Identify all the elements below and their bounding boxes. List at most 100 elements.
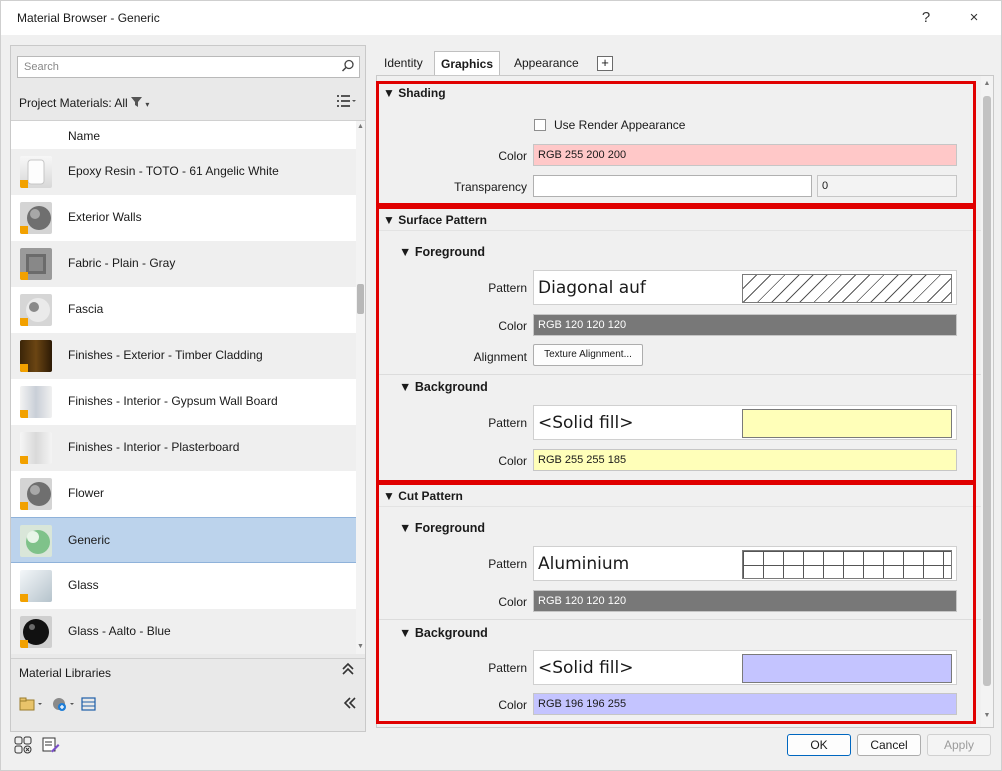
surface-fg-pattern-name: Diagonal auf [538, 278, 646, 298]
tab-graphics[interactable]: Graphics [434, 51, 501, 76]
folder-icon [19, 697, 42, 711]
library-toolbar [11, 688, 365, 724]
list-scrollbar[interactable]: ▲ ▼ [356, 121, 365, 654]
list-item[interactable]: Finishes - Interior - Gypsum Wall Board [11, 379, 356, 425]
warning-icon [20, 364, 28, 372]
surface-foreground-header[interactable]: ▼ Foreground [377, 241, 981, 263]
solid-fill-swatch[interactable] [742, 654, 952, 683]
list-scroll-thumb[interactable] [357, 284, 364, 314]
asset-browser-button[interactable] [81, 696, 97, 715]
cut-bg-pattern-label: Pattern [488, 661, 527, 675]
scroll-down-arrow[interactable]: ▼ [356, 643, 365, 650]
edit-material-icon[interactable] [42, 736, 60, 757]
warning-icon [20, 410, 28, 418]
properties-scrollbar[interactable]: ▲ ▼ [981, 76, 993, 727]
search-box[interactable] [17, 56, 360, 78]
cut-foreground-header[interactable]: ▼ Foreground [377, 517, 981, 539]
cut-bg-pattern-field[interactable]: <Solid fill> [533, 650, 957, 685]
surface-background-header[interactable]: ▼ Background [377, 376, 981, 398]
cut-fg-pattern-label: Pattern [488, 557, 527, 571]
warning-icon [20, 502, 28, 510]
list-item-label: Fabric - Plain - Gray [68, 256, 176, 270]
list-item[interactable]: Flower [11, 471, 356, 517]
fabric-chair-thumbnail [20, 248, 52, 280]
cut-background-header[interactable]: ▼ Background [377, 622, 981, 644]
material-browser-left-panel: Project Materials: All ▾ Name Epoxy Resi… [10, 45, 366, 732]
list-column-header[interactable]: Name [11, 121, 356, 149]
warning-icon [20, 180, 28, 188]
tab-identity[interactable]: Identity [378, 51, 429, 75]
add-asset-button[interactable]: + [597, 56, 613, 71]
cancel-button[interactable]: Cancel [857, 734, 921, 756]
surface-background-title: ▼ Background [399, 380, 488, 394]
search-input[interactable] [18, 57, 328, 77]
texture-alignment-button[interactable]: Texture Alignment... [533, 344, 643, 366]
close-button[interactable]: × [955, 5, 993, 31]
list-item[interactable]: Exterior Walls [11, 195, 356, 241]
list-item-label: Flower [68, 486, 105, 500]
diagonal-hatch-swatch[interactable] [742, 274, 952, 303]
library-folder-button[interactable] [19, 696, 45, 715]
surface-bg-color-swatch[interactable]: RGB 255 255 185 [533, 449, 957, 471]
surface-bg-color-value: RGB 255 255 185 [538, 454, 627, 466]
divider [377, 619, 981, 620]
scroll-up-arrow[interactable]: ▲ [981, 80, 993, 87]
use-render-appearance-label: Use Render Appearance [554, 118, 686, 132]
cut-bg-color-swatch[interactable]: RGB 196 196 255 [533, 693, 957, 715]
collapse-left-icon[interactable] [343, 696, 357, 713]
shading-color-swatch[interactable]: RGB 255 200 200 [533, 144, 957, 166]
create-material-button[interactable] [51, 696, 77, 715]
list-item-selected[interactable]: Generic [11, 517, 356, 563]
cut-bg-color-label: Color [498, 698, 527, 712]
list-item[interactable]: Fabric - Plain - Gray [11, 241, 356, 287]
ok-button[interactable]: OK [787, 734, 851, 756]
surface-bg-pattern-label: Pattern [488, 416, 527, 430]
help-button[interactable]: ? [907, 5, 945, 31]
transparency-slider[interactable] [533, 175, 812, 197]
cut-pattern-header[interactable]: ▼ Cut Pattern [377, 485, 981, 507]
surface-fg-pattern-field[interactable]: Diagonal auf [533, 270, 957, 305]
surface-bg-pattern-field[interactable]: <Solid fill> [533, 405, 957, 440]
light-sphere-thumbnail [20, 294, 52, 326]
cut-fg-pattern-field[interactable]: Aluminium [533, 546, 957, 581]
surface-fg-color-swatch[interactable]: RGB 120 120 120 [533, 314, 957, 336]
list-item[interactable]: Epoxy Resin - TOTO - 61 Angelic White [11, 149, 356, 195]
white-vase-thumbnail [20, 156, 52, 188]
transparency-value: 0 [822, 180, 829, 192]
shading-header[interactable]: ▼ Shading [377, 82, 981, 104]
double-chevron-up-icon[interactable] [341, 662, 355, 679]
view-options-button[interactable] [337, 94, 357, 111]
black-sphere-thumbnail [20, 616, 52, 648]
list-item[interactable]: Glass - Aalto - Blue [11, 609, 356, 654]
solid-fill-swatch[interactable] [742, 409, 952, 438]
material-libraries-header[interactable]: Material Libraries [11, 658, 365, 684]
scroll-up-arrow[interactable]: ▲ [356, 123, 365, 130]
list-item-label: Finishes - Exterior - Timber Cladding [68, 348, 263, 362]
surface-bg-color-label: Color [498, 454, 527, 468]
list-item[interactable]: Fascia [11, 287, 356, 333]
warning-icon [20, 318, 28, 326]
use-render-appearance-checkbox[interactable] [534, 119, 546, 131]
material-editor-toggle-icon[interactable] [14, 736, 32, 757]
gray-sphere-thumbnail [20, 478, 52, 510]
tab-appearance[interactable]: Appearance [508, 51, 585, 75]
cut-fg-color-label: Color [498, 595, 527, 609]
search-icon[interactable] [341, 59, 355, 76]
surface-fg-pattern-label: Pattern [488, 281, 527, 295]
glass-thumbnail [20, 570, 52, 602]
cut-fg-color-swatch[interactable]: RGB 120 120 120 [533, 590, 957, 612]
list-item[interactable]: Finishes - Interior - Plasterboard [11, 425, 356, 471]
list-item-label: Finishes - Interior - Gypsum Wall Board [68, 394, 278, 408]
surface-pattern-header[interactable]: ▼ Surface Pattern [377, 209, 981, 231]
scroll-down-arrow[interactable]: ▼ [981, 712, 993, 719]
apply-button[interactable]: Apply [927, 734, 991, 756]
properties-scroll-thumb[interactable] [983, 96, 991, 686]
transparency-value-field[interactable]: 0 [817, 175, 957, 197]
grid-hatch-swatch[interactable] [742, 550, 952, 579]
material-rows: Epoxy Resin - TOTO - 61 Angelic White Ex… [11, 149, 356, 654]
panel-icon [81, 697, 96, 711]
project-materials-filter[interactable]: Project Materials: All ▾ [19, 96, 149, 110]
list-item[interactable]: Glass [11, 563, 356, 609]
material-libraries-label: Material Libraries [19, 666, 112, 680]
list-item[interactable]: Finishes - Exterior - Timber Cladding [11, 333, 356, 379]
